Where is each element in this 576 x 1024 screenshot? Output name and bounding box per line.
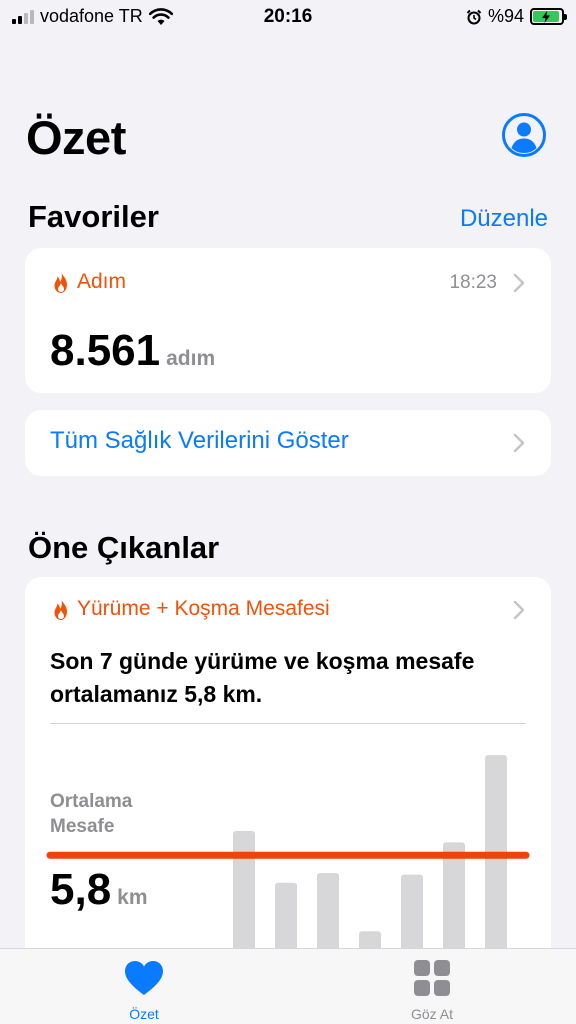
- battery-fill: [533, 10, 560, 23]
- distance-bar: [233, 831, 255, 959]
- steps-unit: adım: [166, 347, 216, 370]
- favorites-title: Favoriler: [28, 199, 159, 234]
- tab-summary-label: Özet: [129, 1006, 159, 1022]
- average-distance-value-row: 5,8 km: [50, 865, 148, 915]
- distance-bar: [401, 874, 423, 959]
- distance-bar: [443, 842, 465, 959]
- tab-summary[interactable]: Özet: [74, 959, 214, 1022]
- heart-icon: [125, 961, 163, 995]
- distance-bar-chart: [46, 755, 530, 959]
- highlights-title: Öne Çıkanlar: [28, 530, 220, 565]
- show-all-health-data-row[interactable]: Tüm Sağlık Verilerini Göster: [25, 410, 551, 476]
- steps-value-row: 8.561 adım: [50, 326, 215, 376]
- highlight-card[interactable]: Yürüme + Koşma Mesafesi Son 7 günde yürü…: [25, 577, 551, 977]
- flame-icon: [54, 271, 67, 293]
- status-bar: vodafone TR 20:16 %94: [0, 0, 576, 34]
- status-right: %94: [466, 6, 567, 27]
- chevron-right-icon: [513, 433, 525, 453]
- grid-icon: [414, 960, 450, 996]
- show-all-health-data-label: Tüm Sağlık Verilerini Göster: [50, 427, 349, 454]
- tab-browse-label: Göz At: [410, 1006, 454, 1022]
- steps-card-header: Adım: [51, 270, 126, 294]
- battery-percent: %94: [487, 6, 524, 26]
- chevron-right-icon: [513, 273, 525, 293]
- average-distance-unit: km: [117, 886, 148, 909]
- tab-bar: Özet Göz At: [0, 948, 576, 1024]
- tab-browse[interactable]: Göz At: [362, 959, 502, 1022]
- charging-bolt-icon: [542, 10, 551, 23]
- steps-card[interactable]: Adım 18:23 8.561 adım: [25, 248, 551, 393]
- page-title: Özet: [26, 111, 126, 164]
- steps-time: 18:23: [449, 272, 497, 293]
- edit-button[interactable]: Düzenle: [460, 205, 548, 233]
- distance-bar: [317, 873, 339, 959]
- average-distance-value: 5,8: [50, 865, 112, 914]
- battery-icon: [530, 8, 567, 25]
- health-summary-screen: vodafone TR 20:16 %94 Özet Favoriler Düz…: [0, 0, 576, 1024]
- average-distance-label: Ortalama Mesafe: [50, 791, 133, 837]
- steps-label: Adım: [77, 270, 127, 293]
- profile-icon[interactable]: [501, 112, 547, 158]
- alarm-icon: [466, 9, 482, 24]
- steps-value: 8.561: [50, 326, 161, 375]
